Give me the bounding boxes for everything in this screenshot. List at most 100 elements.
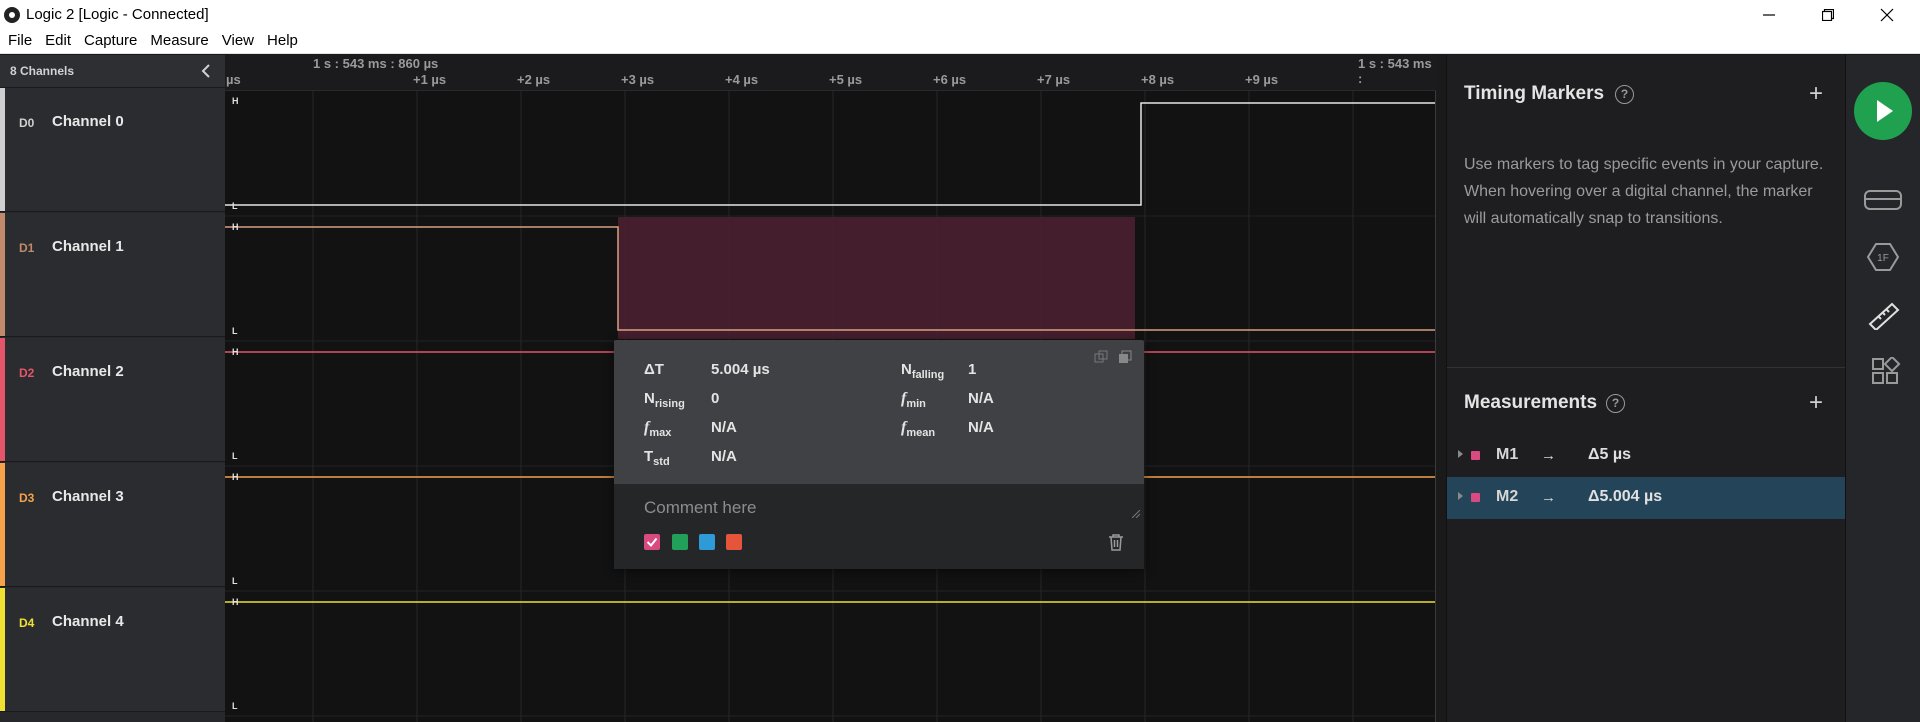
color-swatch-red[interactable]	[726, 534, 742, 550]
delta-t-label: ΔT	[644, 361, 664, 378]
check-icon	[646, 537, 658, 548]
menu-file[interactable]: File	[8, 30, 32, 53]
icon-rail: 1F	[1845, 55, 1920, 722]
title-bar: Logic 2 [Logic - Connected]	[0, 0, 1920, 30]
ruler-tick: +3 µs	[621, 72, 655, 87]
measurement-row[interactable]: M1 → Δ5 µs	[1447, 435, 1846, 477]
go-to-arrow-icon[interactable]: →	[1541, 489, 1556, 506]
menu-edit[interactable]: Edit	[45, 30, 71, 53]
pin-icon[interactable]	[1118, 350, 1132, 364]
channel-row-4[interactable]: D4 Channel 4	[0, 588, 225, 712]
svg-text:1F: 1F	[1877, 253, 1889, 264]
layout-icon[interactable]	[1864, 357, 1902, 387]
ruler-start-label: 1 s : 543 ms : 860 µs	[313, 56, 439, 71]
measurement-name: M1	[1496, 446, 1519, 463]
collapse-chevron-icon[interactable]	[199, 63, 215, 79]
measurement-row-selected[interactable]: M2 → Δ5.004 µs	[1447, 477, 1846, 519]
minimize-button[interactable]	[1740, 0, 1798, 30]
timing-markers-title: Timing Markers	[1464, 83, 1605, 104]
n-falling-label: Nfalling	[901, 361, 945, 381]
channel-name[interactable]: Channel 2	[52, 363, 124, 380]
timing-markers-description: Use markers to tag specific events in yo…	[1464, 156, 1824, 227]
menu-help[interactable]: Help	[267, 30, 298, 53]
help-icon[interactable]: ?	[1606, 394, 1625, 413]
f-mean-value: N/A	[968, 419, 994, 436]
f-min-value: N/A	[968, 390, 994, 407]
ruler-tick: +9 µs	[1245, 72, 1279, 87]
measurement-value: Δ5 µs	[1588, 446, 1631, 463]
vertical-scrollbar[interactable]	[1435, 91, 1436, 722]
analyzer-icon[interactable]	[1864, 185, 1902, 215]
measurement-popup[interactable]: ΔT 5.004 µs Nfalling 1 Nrising 0 fmin N/…	[614, 340, 1144, 569]
f-min-label: fmin	[901, 390, 926, 410]
f-max-label: fmax	[644, 419, 672, 439]
channel-row-3[interactable]: D3 Channel 3	[0, 463, 225, 587]
comment-input[interactable]: Comment here	[644, 498, 1104, 518]
menu-bar: File Edit Capture Measure View Help	[0, 30, 1920, 54]
n-rising-value: 0	[711, 390, 720, 407]
ruler-tick: +5 µs	[829, 72, 863, 87]
high-label: H	[232, 347, 239, 357]
restore-button[interactable]	[1799, 0, 1857, 30]
t-std-value: N/A	[711, 448, 737, 465]
expand-arrow-icon[interactable]	[1458, 492, 1463, 500]
channel-row-0[interactable]: D0 Channel 0	[0, 88, 225, 212]
restore-icon	[1822, 9, 1834, 21]
delta-t-value: 5.004 µs	[711, 361, 770, 378]
measurements-title: Measurements	[1464, 392, 1598, 413]
add-timing-marker-button[interactable]: +	[1807, 82, 1825, 106]
ruler-tick: +4 µs	[725, 72, 759, 87]
color-swatch-green[interactable]	[672, 534, 688, 550]
low-label: L	[232, 451, 238, 461]
ruler-tick: +6 µs	[933, 72, 967, 87]
add-measurement-button[interactable]: +	[1807, 391, 1825, 415]
ruler-end-label: 1 s : 543 ms :	[1358, 56, 1432, 86]
low-label: L	[232, 576, 238, 586]
f-max-value: N/A	[711, 419, 737, 436]
time-ruler[interactable]: µs 1 s : 543 ms : 860 µs 1 s : 543 ms : …	[225, 55, 1436, 91]
app-logo-icon	[4, 7, 20, 23]
color-swatch-pink[interactable]	[644, 534, 660, 550]
copy-icon[interactable]	[1094, 350, 1108, 364]
channels-panel: 8 Channels D0 Channel 0 D1 Channel 1 D2 …	[0, 55, 225, 722]
high-label: H	[232, 597, 239, 607]
menu-measure[interactable]: Measure	[150, 30, 208, 53]
resize-handle-icon[interactable]	[1132, 510, 1140, 518]
ruler-tick: +1 µs	[413, 72, 447, 87]
help-icon[interactable]: ?	[1615, 85, 1634, 104]
ruler-edge-label: µs	[226, 72, 241, 87]
expand-arrow-icon[interactable]	[1458, 450, 1463, 458]
low-label: L	[232, 201, 238, 211]
measure-ruler-icon[interactable]	[1864, 300, 1902, 330]
trash-icon[interactable]	[1108, 533, 1124, 551]
channel-name[interactable]: Channel 4	[52, 613, 124, 630]
channel-id: D2	[19, 366, 35, 380]
close-button[interactable]	[1858, 0, 1916, 30]
start-capture-button[interactable]	[1854, 82, 1912, 140]
window-title: Logic 2 [Logic - Connected]	[26, 6, 209, 23]
extension-icon[interactable]: 1F	[1864, 242, 1902, 272]
measurement-region[interactable]	[618, 217, 1135, 339]
channel-color-stripe	[0, 463, 5, 586]
channels-count: 8 Channels	[10, 64, 75, 78]
channel-row-2[interactable]: D2 Channel 2	[0, 338, 225, 462]
menu-capture[interactable]: Capture	[84, 30, 137, 53]
low-label: L	[232, 326, 238, 336]
channels-header: 8 Channels	[0, 55, 225, 88]
color-swatch-blue[interactable]	[699, 534, 715, 550]
channel-name[interactable]: Channel 3	[52, 488, 124, 505]
minimize-icon	[1763, 14, 1775, 16]
channel-0-trace	[225, 102, 1436, 206]
low-label: L	[232, 701, 238, 711]
channel-name[interactable]: Channel 1	[52, 238, 124, 255]
channel-id: D1	[19, 241, 35, 255]
n-falling-value: 1	[968, 361, 977, 378]
n-rising-label: Nrising	[644, 390, 685, 410]
close-icon	[1880, 8, 1894, 22]
go-to-arrow-icon[interactable]: →	[1541, 447, 1556, 464]
menu-view[interactable]: View	[222, 30, 254, 53]
channel-color-stripe	[0, 338, 5, 461]
channel-name[interactable]: Channel 0	[52, 113, 124, 130]
channel-row-1[interactable]: D1 Channel 1	[0, 213, 225, 337]
measurement-color-dot	[1471, 493, 1480, 502]
